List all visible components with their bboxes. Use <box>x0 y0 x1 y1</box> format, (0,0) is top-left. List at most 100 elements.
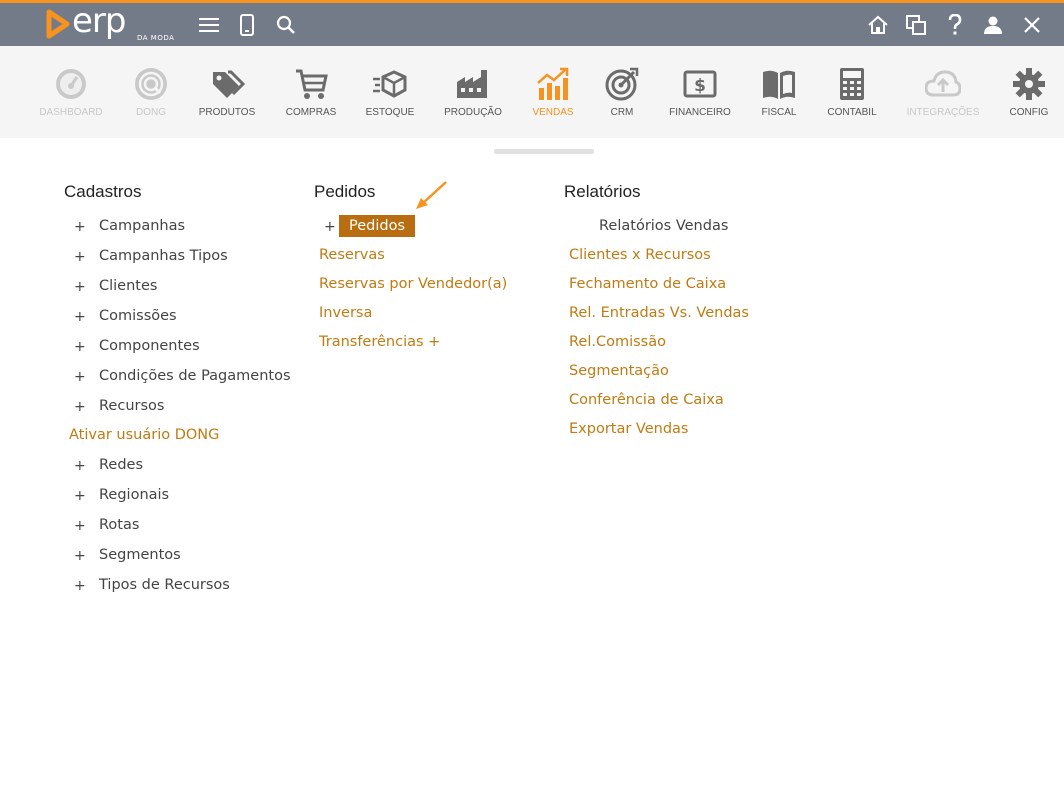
module-dashboard[interactable]: DASHBOARD <box>26 46 116 138</box>
menu-link[interactable]: Rel. Entradas Vs. Vendas <box>569 305 749 321</box>
menu-link[interactable]: Rotas <box>99 517 139 533</box>
home-icon[interactable] <box>866 13 890 37</box>
list-item[interactable]: Transferências + <box>314 329 440 358</box>
module-label: INTEGRAÇÕES <box>906 107 980 118</box>
expand-icon[interactable]: + <box>74 488 86 504</box>
list-item[interactable]: Fechamento de Caixa <box>564 271 726 300</box>
module-label: FINANCEIRO <box>669 107 731 118</box>
user-icon[interactable] <box>981 13 1005 37</box>
list-item[interactable]: + Tipos de Recursos <box>64 571 230 601</box>
list-item[interactable]: + Pedidos <box>314 212 416 242</box>
list-item[interactable]: Ativar usuário DONG <box>64 422 219 451</box>
list-item[interactable]: + Campanhas Tipos <box>64 242 228 272</box>
list-item[interactable]: Clientes x Recursos <box>564 242 711 271</box>
list-item[interactable]: + Comissões <box>64 302 177 332</box>
menu-link[interactable]: Campanhas Tipos <box>99 248 228 264</box>
brand-name: erp <box>72 1 126 41</box>
module-financeiro[interactable]: $ FINANCEIRO <box>655 46 745 138</box>
relatorios-title: Relatórios <box>564 182 641 201</box>
help-icon[interactable] <box>943 13 967 37</box>
pedidos-title: Pedidos <box>314 182 376 201</box>
expand-icon[interactable]: + <box>74 249 86 265</box>
expand-icon[interactable]: + <box>74 458 86 474</box>
expand-icon[interactable]: + <box>74 309 86 325</box>
list-item[interactable]: + Campanhas <box>64 212 185 242</box>
money-icon: $ <box>683 70 717 98</box>
menu-link[interactable]: Segmentação <box>569 363 669 379</box>
list-item[interactable]: Reservas por Vendedor(a) <box>314 271 507 300</box>
submenu-scroll-handle[interactable] <box>494 149 594 154</box>
box-icon <box>373 70 407 98</box>
windows-icon[interactable] <box>904 13 928 37</box>
expand-icon[interactable]: + <box>74 518 86 534</box>
menu-link[interactable]: Exportar Vendas <box>569 421 688 437</box>
menu-link[interactable]: Redes <box>99 457 143 473</box>
cart-icon <box>296 69 328 99</box>
list-item[interactable]: Rel.Comissão <box>564 329 666 358</box>
erp-logo[interactable]: erp DA MODA <box>46 1 176 45</box>
list-item[interactable]: + Recursos <box>64 392 164 422</box>
expand-icon[interactable]: + <box>324 219 336 235</box>
top-bar: erp DA MODA <box>0 0 1064 46</box>
menu-link[interactable]: Transferências + <box>319 334 440 350</box>
list-item[interactable]: Inversa <box>314 300 375 329</box>
dong-icon <box>135 68 167 100</box>
search-icon[interactable] <box>274 13 298 37</box>
list-item[interactable]: + Segmentos <box>64 541 181 571</box>
menu-link[interactable]: Clientes x Recursos <box>569 247 711 263</box>
mobile-icon[interactable] <box>235 13 259 37</box>
menu-link[interactable]: Componentes <box>99 338 200 354</box>
menu-link[interactable]: Clientes <box>99 278 157 294</box>
menu-link[interactable]: Reservas <box>319 247 385 263</box>
module-producao[interactable]: PRODUÇÃO <box>428 46 518 138</box>
list-item[interactable]: Conferência de Caixa <box>564 387 724 416</box>
pedidos-link-highlighted[interactable]: Pedidos <box>339 215 416 237</box>
list-item[interactable]: Rel. Entradas Vs. Vendas <box>564 300 749 329</box>
module-crm[interactable]: CRM <box>577 46 667 138</box>
module-estoque[interactable]: ESTOQUE <box>345 46 435 138</box>
dashboard-icon <box>56 69 86 99</box>
list-item[interactable]: + Redes <box>64 451 143 481</box>
menu-link[interactable]: Inversa <box>319 305 372 321</box>
list-item[interactable]: + Rotas <box>64 511 141 541</box>
list-item[interactable]: + Regionais <box>64 481 169 511</box>
module-label: ESTOQUE <box>365 107 415 118</box>
list-item[interactable]: + Clientes <box>64 272 157 302</box>
menu-link[interactable]: Fechamento de Caixa <box>569 276 726 292</box>
menu-link[interactable]: Regionais <box>99 487 169 503</box>
menu-link[interactable]: Reservas por Vendedor(a) <box>319 276 507 292</box>
module-config[interactable]: CONFIG <box>984 46 1064 138</box>
list-item[interactable]: Reservas <box>314 242 385 271</box>
menu-link[interactable]: Tipos de Recursos <box>99 577 230 593</box>
list-item[interactable]: + Condições de Pagamentos <box>64 362 291 392</box>
module-contabil[interactable]: CONTABIL <box>807 46 897 138</box>
menu-link[interactable]: Campanhas <box>99 218 185 234</box>
ativar-dong-link[interactable]: Ativar usuário DONG <box>69 427 219 443</box>
menu-link[interactable]: Comissões <box>99 308 177 324</box>
expand-icon[interactable]: + <box>74 219 86 235</box>
menu-link[interactable]: Conferência de Caixa <box>569 392 724 408</box>
module-compras[interactable]: COMPRAS <box>266 46 356 138</box>
menu-link[interactable]: Recursos <box>99 398 164 414</box>
expand-icon[interactable]: + <box>74 578 86 594</box>
expand-icon[interactable]: + <box>74 548 86 564</box>
expand-icon[interactable]: + <box>74 399 86 415</box>
calculator-icon <box>840 68 864 100</box>
module-integracoes[interactable]: INTEGRAÇÕES <box>898 46 988 138</box>
menu-link[interactable]: Segmentos <box>99 547 181 563</box>
expand-icon[interactable]: + <box>74 369 86 385</box>
list-item[interactable]: Segmentação <box>564 358 669 387</box>
list-item[interactable]: Exportar Vendas <box>564 416 688 445</box>
menu-link[interactable]: Condições de Pagamentos <box>99 368 291 384</box>
book-icon <box>763 70 795 99</box>
module-label: CRM <box>610 107 634 118</box>
menu-link[interactable]: Rel.Comissão <box>569 334 666 350</box>
list-item[interactable]: + Componentes <box>64 332 200 362</box>
menu-icon[interactable] <box>197 13 221 37</box>
close-icon[interactable] <box>1020 13 1044 37</box>
expand-icon[interactable]: + <box>74 339 86 355</box>
cadastros-title: Cadastros <box>64 182 142 201</box>
brand-subtitle: DA MODA <box>137 34 175 42</box>
module-produtos[interactable]: PRODUTOS <box>182 46 272 138</box>
expand-icon[interactable]: + <box>74 279 86 295</box>
